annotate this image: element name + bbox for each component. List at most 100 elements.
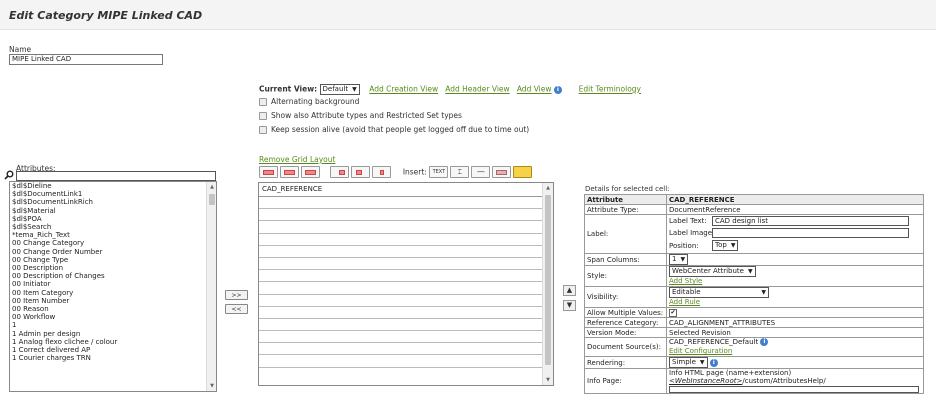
move-down-button[interactable]: ▼ [563,300,576,311]
attribute-list-item[interactable]: 00 Item Category [10,289,216,297]
insert-line-icon[interactable]: — [471,166,491,178]
attribute-list-item[interactable]: 1 Correct delivered AP [10,346,216,354]
grid-layout[interactable]: CAD_REFERENCE ▲ ▼ [258,182,554,386]
info-page-input[interactable] [669,385,919,393]
move-up-button[interactable]: ▲ [563,285,576,296]
delete-row-button[interactable] [301,166,320,178]
attribute-list-item[interactable]: $dl$Dieline [10,182,216,190]
grid-row[interactable] [259,307,553,319]
add-rule-link[interactable]: Add Rule [669,298,700,306]
grid-row[interactable] [259,343,553,356]
details-head-attr: Attribute [584,194,667,205]
option-show-attribute-types[interactable]: Show also Attribute types and Restricted… [259,111,462,120]
insert-separator-icon[interactable]: ⌶ [450,166,470,178]
grid-row[interactable] [259,197,553,210]
insert-row-above-button[interactable] [259,166,278,178]
checkbox[interactable] [259,111,267,120]
add-creation-view-link[interactable]: Add Creation View [369,85,438,94]
grid-row[interactable] [259,319,553,332]
insert-table-icon[interactable] [492,166,512,178]
delete-column-button[interactable] [371,166,391,178]
scroll-up-arrow[interactable]: ▲ [208,183,216,191]
grid-row[interactable] [259,270,553,283]
attribute-list-item[interactable]: *tema_Rich_Text [10,231,216,239]
grid-scrollbar[interactable]: ▲ ▼ [542,183,553,385]
add-style-link[interactable]: Add Style [669,277,702,285]
attribute-list-item[interactable]: $dl$Search [10,223,216,231]
attribute-list-scrollbar[interactable]: ▲ ▼ [206,182,216,391]
attribute-list-item[interactable]: 1 Admin per design [10,330,216,338]
attribute-list-item[interactable]: 00 Initiator [10,280,216,288]
grid-toolbar: Insert: TEXT ⌶ — [259,166,534,178]
position-select[interactable]: Top ▼ [712,240,739,251]
visibility-label: Visibility: [584,286,667,308]
visibility-select[interactable]: Editable ▼ [669,287,769,298]
insert-column-right-button[interactable] [350,166,370,178]
label-text-input[interactable]: CAD design list [712,216,909,226]
scroll-thumb[interactable] [209,194,215,205]
option-alternating-background[interactable]: Alternating background [259,97,359,106]
insert-highlight-icon[interactable] [513,166,533,178]
edit-configuration-link[interactable]: Edit Configuration [669,347,732,355]
attribute-list-item[interactable]: 00 Workflow [10,313,216,321]
current-view-label: Current View: [259,84,318,94]
insert-column-left-button[interactable] [329,166,349,178]
grid-row[interactable] [259,246,553,258]
checkbox[interactable] [259,97,267,106]
attribute-list-item[interactable]: 1 Analog flexo clichee / colour [10,338,216,346]
grid-row[interactable] [259,295,553,307]
attribute-list-item[interactable]: $dl$POA [10,215,216,223]
add-attribute-button[interactable]: >> [225,290,248,300]
insert-row-below-button[interactable] [280,166,299,178]
scroll-up-arrow[interactable]: ▲ [544,184,552,192]
attribute-list[interactable]: $dl$Dieline $dl$DocumentLink1 $dl$Document… [9,181,217,392]
insert-text-button[interactable]: TEXT [429,166,449,178]
checkbox[interactable] [259,125,267,134]
current-view-select[interactable]: Default ▼ [319,84,360,95]
attribute-list-item[interactable]: $dl$DocumentLinkRich [10,198,216,206]
add-view-link[interactable]: Add View [517,85,552,94]
add-header-view-link[interactable]: Add Header View [445,85,509,94]
info-icon[interactable]: i [709,358,718,367]
scroll-down-arrow[interactable]: ▼ [208,382,216,390]
info-icon[interactable]: i [760,338,769,346]
remove-grid-layout-link[interactable]: Remove Grid Layout [259,155,335,164]
info-icon[interactable]: i [553,85,562,94]
attribute-search-input[interactable] [16,171,216,181]
scroll-thumb[interactable] [545,195,551,365]
version-mode-value: Selected Revision [666,327,924,338]
span-columns-label: Span Columns: [584,253,667,266]
allow-multiple-checkbox[interactable]: ✔ [669,309,677,317]
attribute-list-item[interactable]: 1 [10,321,216,329]
grid-header-cell[interactable]: CAD_REFERENCE [259,183,553,197]
attribute-list-item[interactable]: 00 Description of Changes [10,272,216,280]
grid-row[interactable] [259,209,553,222]
scroll-down-arrow[interactable]: ▼ [544,376,552,384]
span-columns-select[interactable]: 1 ▼ [669,254,689,265]
attribute-type-label: Attribute Type: [584,204,667,215]
attribute-list-item[interactable]: 00 Change Order Number [10,248,216,256]
rendering-select[interactable]: Simple ▼ [669,357,708,368]
web-instance-root: <WebInstanceRoot> [669,377,743,385]
name-label: Name [9,45,32,54]
style-select[interactable]: WebCenter Attribute ▼ [669,266,756,277]
attribute-list-item[interactable]: 00 Description [10,264,216,272]
label-image-input[interactable] [712,228,909,238]
attribute-list-item[interactable]: 00 Change Category [10,239,216,247]
attribute-list-item[interactable]: $dl$DocumentLink1 [10,190,216,198]
attribute-list-item[interactable]: $dl$Material [10,207,216,215]
attribute-list-item[interactable]: 00 Item Number [10,297,216,305]
attribute-list-item[interactable]: 00 Reason [10,305,216,313]
grid-row[interactable] [259,331,553,344]
option-keep-session-alive[interactable]: Keep session alive (avoid that people ge… [259,125,529,134]
grid-row[interactable] [259,234,553,246]
grid-row[interactable] [259,221,553,234]
attribute-list-item[interactable]: 1 Courier charges TRN [10,354,216,362]
name-input[interactable]: MIPE Linked CAD [9,54,163,65]
grid-row[interactable] [259,258,553,271]
remove-attribute-button[interactable]: << [225,304,248,314]
grid-row[interactable] [259,282,553,295]
attribute-list-item[interactable]: 00 Change Type [10,256,216,264]
edit-terminology-link[interactable]: Edit Terminology [579,85,641,94]
grid-row[interactable] [259,355,553,368]
